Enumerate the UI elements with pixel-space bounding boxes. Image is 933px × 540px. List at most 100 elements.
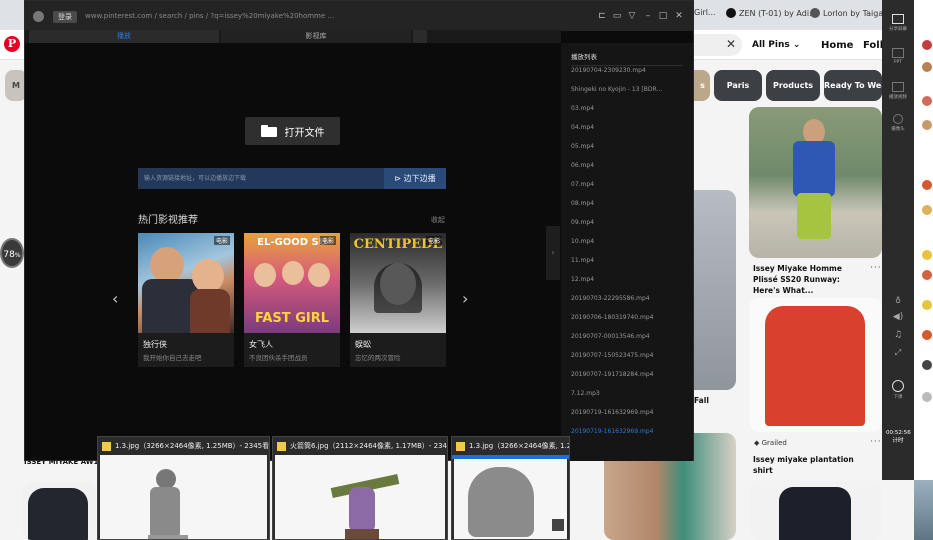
avatar[interactable] [922,96,932,106]
avatar[interactable] [922,120,932,130]
pin-title[interactable]: Issey Miyake Homme Plissé SS20 Runway: H… [753,263,863,296]
filter-chip-paris[interactable]: Paris [714,70,762,101]
more-icon[interactable]: ··· [870,263,882,273]
playlist-item[interactable]: 20190704-2309230.mp4 [571,67,646,74]
camera-button[interactable]: 摄像头 [886,114,910,132]
fullscreen-icon[interactable]: ⤢ [886,348,910,358]
music-icon[interactable]: ♫ [886,330,910,340]
avatar[interactable] [922,250,932,260]
playlist-item[interactable]: 20190719-161632969.mp4 [571,409,653,416]
pin-image[interactable] [749,107,882,258]
avatar[interactable] [922,62,932,72]
playlist-item[interactable]: 10.mp4 [571,238,594,245]
play-while-download-label: 边下边播 [403,174,436,183]
avatar[interactable] [922,360,932,370]
nav-home[interactable]: Home [821,40,853,51]
avatar[interactable] [922,270,932,280]
volume-icon[interactable]: ◀) [886,312,910,322]
tab-favicon-icon [726,8,736,18]
playlist-item[interactable]: 20190707-150523475.mp4 [571,352,653,359]
browser-tab[interactable]: Lorlon by Taiga ... [810,8,893,18]
poster-face [150,247,184,283]
playlist-item[interactable]: 20190707-00013546.mp4 [571,333,650,340]
playlist-item[interactable]: 20190703-22295586.mp4 [571,295,650,302]
pin-title[interactable]: Fall [694,395,709,406]
pin-image[interactable] [694,190,736,390]
avatar[interactable] [922,205,932,215]
close-icon[interactable]: ✕ [726,37,736,51]
playlist-item[interactable]: 03.mp4 [571,105,594,112]
power-icon [892,380,904,392]
collapse-recommendations-link[interactable]: 收起 [431,215,445,225]
playlist-panel: 播放列表 20190704-2309230.mp4 Shingeki no Kyo… [561,43,693,461]
playlist-item[interactable]: 05.mp4 [571,143,594,150]
minimize-icon[interactable]: – [642,10,654,22]
image-viewer-icon [277,441,286,451]
movie-card[interactable]: EL-GOOD SU FAST GIRL 电影 女飞人 不良团伙杀手团战员 [244,233,340,367]
login-button[interactable]: 登录 [53,11,77,23]
playlist-item[interactable]: 08.mp4 [571,200,594,207]
playlist-item[interactable]: Shingeki no Kyojin - 13 [BDR... [571,86,662,93]
poster-face [192,259,224,293]
window-preview[interactable]: 火箭筒6.jpg（2112×2464像素, 1.17MB）- 2345... [272,436,448,540]
filter-chip-ready-to-wear[interactable]: Ready To Wea [824,70,882,101]
menu-icon[interactable]: ▽ [626,10,638,22]
browser-tab[interactable]: ZEN (T-01) by Adi... [726,8,817,18]
tab-extra[interactable] [413,30,427,43]
poster-face [308,263,330,287]
window-preview[interactable]: 1.3.jpg（3266×2464像素, 1.2... [451,436,570,540]
chevron-left-icon[interactable]: ‹ [112,289,118,308]
window-preview[interactable]: 1.3.jpg（3266×2464像素, 1.25MB）- 2345看图... [97,436,270,540]
playlist-item[interactable]: 04.mp4 [571,124,594,131]
playlist-item[interactable]: 06.mp4 [571,162,594,169]
collapse-playlist-button[interactable]: › [546,226,560,280]
avatar[interactable] [922,300,932,310]
pin-image[interactable] [749,298,882,432]
progress-badge[interactable]: 78% [0,238,24,268]
playlist-item[interactable]: 11.mp4 [571,257,594,264]
tab-play[interactable]: 播放 [29,30,219,43]
ppt-button[interactable]: PPT [886,48,910,65]
url-input[interactable]: 输入资源链接地址，可以边播放边下载 [138,168,384,189]
close-icon[interactable]: ✕ [673,10,685,22]
maximize-icon[interactable]: □ [657,10,669,22]
share-screen-button[interactable]: 分享屏幕 [886,14,910,32]
playlist-item[interactable]: 07.mp4 [571,181,594,188]
folder-icon[interactable]: ▭ [611,10,623,22]
browser-tab-label: ZEN (T-01) by Adi... [739,8,817,18]
play-while-download-button[interactable]: ⊳ 边下边播 [384,168,446,189]
playlist-item[interactable]: 20190719-161632969.mp4 [571,428,653,435]
filter-chip-products[interactable]: Products [766,70,820,101]
pin-image[interactable] [914,480,933,540]
movie-card[interactable]: CENTIPEDE 电影 蜈蚣 忘忆的两次冒险 [350,233,446,367]
pinterest-logo-icon[interactable]: P [4,36,20,52]
movie-title: 蜈蚣 [355,340,371,349]
screen-icon[interactable]: ⊏ [596,10,608,22]
playlist-item[interactable]: 20190706-180319740.mp4 [571,314,653,321]
playlist-item[interactable]: 09.mp4 [571,219,594,226]
play-video-button[interactable]: 播放视频 [886,82,910,100]
pin-image[interactable] [749,481,882,540]
ppt-label: PPT [893,60,903,65]
pin-image[interactable] [22,482,96,540]
end-class-button[interactable]: 下课 [886,380,910,400]
chevron-right-icon[interactable]: › [462,289,468,308]
pin-title[interactable]: Issey miyake plantation shirt [753,454,873,476]
all-pins-dropdown[interactable]: All Pins ⌄ [752,34,804,56]
search-input[interactable]: ✕ [690,34,742,56]
side-avatar-strip [914,0,933,540]
microphone-icon[interactable]: ♁ [886,296,910,305]
avatar[interactable] [922,40,932,50]
sketch-body [150,487,180,539]
playlist-item[interactable]: 12.mp4 [571,276,594,283]
open-file-button[interactable]: 打开文件 [245,117,340,145]
more-icon[interactable]: ··· [870,437,882,447]
avatar[interactable] [922,180,932,190]
avatar[interactable] [922,330,932,340]
playlist-item[interactable]: 7.12.mp3 [571,390,600,397]
avatar[interactable] [922,392,932,402]
movie-card[interactable]: 电影 独行侠 我开始你自己去走吧 [138,233,234,367]
browser-tab-fragment[interactable]: Girl... [694,8,716,17]
tab-library[interactable]: 影视库 [221,30,411,43]
playlist-item[interactable]: 20190707-191718284.mp4 [571,371,653,378]
